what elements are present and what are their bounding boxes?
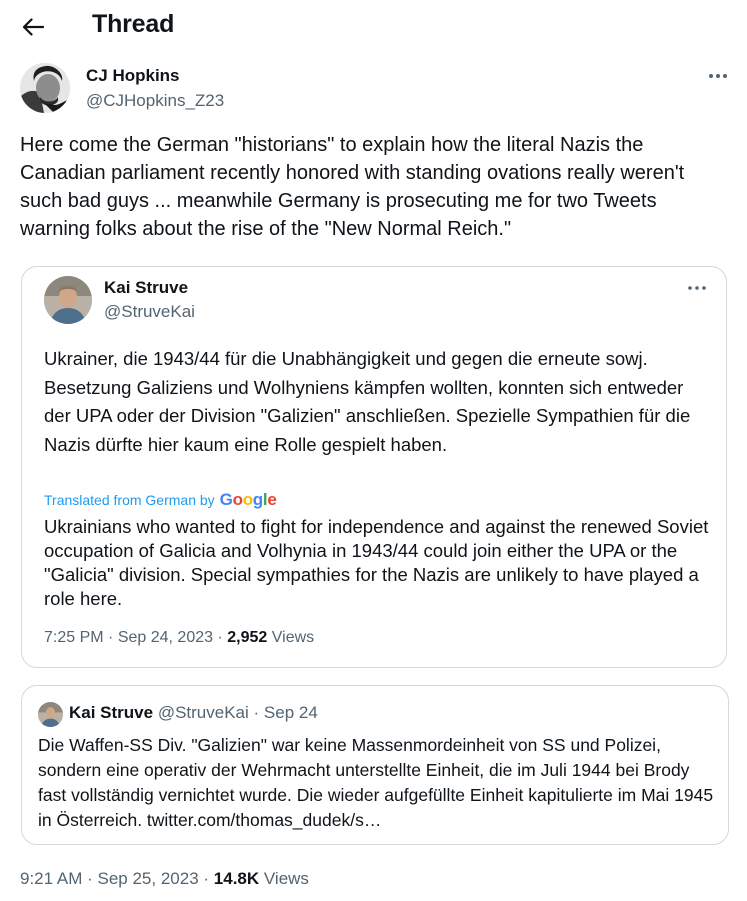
thread-header: Thread — [0, 0, 747, 52]
more-icon — [688, 286, 706, 290]
back-button[interactable] — [14, 8, 52, 46]
quote-author-avatar[interactable] — [44, 276, 92, 324]
nested-author-handle[interactable]: @StruveKai — [158, 703, 249, 722]
nested-author-avatar[interactable] — [38, 702, 63, 727]
author-handle[interactable]: @CJHopkins_Z23 — [86, 91, 224, 111]
more-options-button[interactable] — [706, 66, 730, 86]
nested-header: Kai Struve @StruveKai · Sep 24 — [69, 703, 318, 722]
quote-original-text: Ukrainer, die 1943/44 für die Unabhängig… — [44, 348, 691, 455]
nested-date[interactable]: Sep 24 — [264, 703, 318, 722]
nested-quote-text: Die Waffen-SS Div. "Galizien" war keine … — [38, 735, 714, 830]
translated-label: Translated from German by — [44, 492, 215, 508]
tweet-views-count: 14.8K — [213, 869, 260, 888]
quote-time[interactable]: 7:25 PM — [44, 629, 104, 646]
avatar-image — [38, 702, 63, 727]
quote-date[interactable]: Sep 24, 2023 — [118, 629, 213, 646]
quote-translation-text: Ukrainians who wanted to fight for indep… — [44, 516, 709, 609]
avatar-image — [20, 63, 70, 113]
author-avatar[interactable] — [20, 63, 70, 113]
tweet-text: Here come the German "historians" to exp… — [20, 134, 685, 240]
quote-views-count: 2,952 — [227, 629, 268, 646]
tweet-meta: 9:21 AM · Sep 25, 2023 · 14.8K Views — [20, 869, 309, 888]
nested-author-name[interactable]: Kai Struve — [69, 703, 153, 722]
quote-author-handle[interactable]: @StruveKai — [104, 302, 195, 322]
tweet-views-label: Views — [263, 869, 309, 888]
author-name[interactable]: CJ Hopkins — [86, 66, 180, 86]
google-logo: Google — [219, 490, 277, 509]
more-icon — [709, 74, 727, 78]
quote-tweet-card[interactable]: Kai Struve @StruveKai Ukrainer, die 1943… — [21, 266, 727, 668]
page-title: Thread — [92, 10, 175, 38]
tweet-date[interactable]: Sep 25, 2023 — [98, 869, 199, 888]
quote-views-label: Views — [271, 629, 315, 646]
quote-meta: 7:25 PM · Sep 24, 2023 · 2,952 Views — [44, 629, 315, 646]
back-arrow-icon — [22, 18, 44, 36]
quote-more-options-button[interactable] — [686, 279, 708, 297]
avatar-image — [44, 276, 92, 324]
nested-quote-card[interactable]: Kai Struve @StruveKai · Sep 24 Die Waffe… — [21, 685, 729, 845]
tweet-time[interactable]: 9:21 AM — [20, 869, 82, 888]
quote-author-name[interactable]: Kai Struve — [104, 278, 188, 298]
translation-attribution[interactable]: Translated from German by Google — [44, 489, 277, 511]
